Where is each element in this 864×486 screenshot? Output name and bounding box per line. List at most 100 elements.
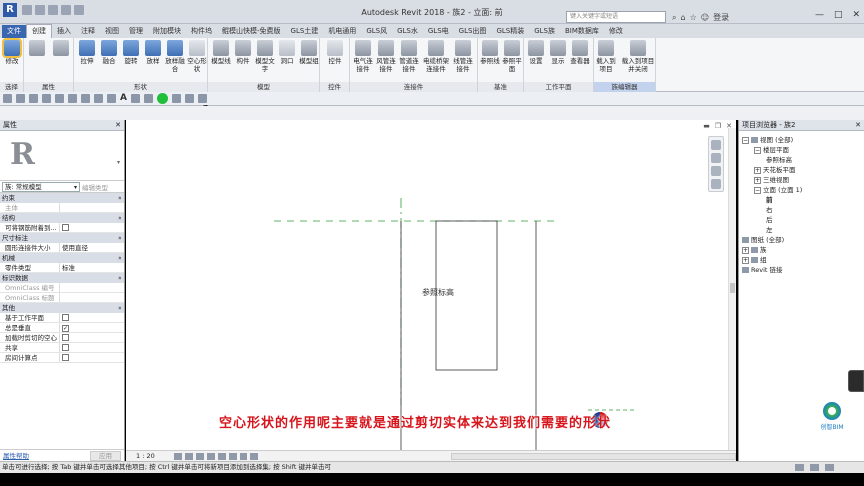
expand-icon[interactable]: + — [754, 176, 761, 184]
property-checkbox[interactable]: ✓ — [62, 325, 69, 332]
tab-gls-civil[interactable]: GLS土建 — [286, 25, 324, 38]
tab-modify[interactable]: 修改 — [604, 25, 628, 38]
property-value[interactable] — [60, 353, 124, 362]
apply-button[interactable]: 应用 — [90, 451, 121, 461]
electrical-connector-button[interactable]: 电气连接件 — [352, 40, 374, 73]
void-forms-button[interactable]: 空心形状 — [186, 40, 208, 73]
close-icon[interactable]: ✕ — [852, 10, 860, 20]
expand-icon[interactable]: + — [742, 256, 749, 264]
tree-node[interactable]: 后 — [739, 215, 864, 225]
collapse-icon[interactable]: − — [754, 186, 761, 194]
reveal-hidden-icon[interactable] — [250, 452, 259, 460]
user-icon[interactable]: ☺ — [701, 13, 709, 22]
search-input[interactable]: 键入关键字或短语 — [566, 11, 666, 23]
property-category[interactable]: 机械 — [0, 253, 124, 263]
properties-button[interactable] — [26, 40, 48, 57]
pan-icon[interactable] — [711, 166, 721, 176]
star-icon[interactable]: ☆ — [690, 13, 697, 22]
property-value[interactable] — [60, 283, 124, 292]
close-hidden-windows-icon[interactable] — [171, 94, 181, 103]
filter-icon[interactable] — [795, 464, 804, 471]
nav-menu-icon[interactable] — [711, 179, 721, 189]
save-icon[interactable] — [16, 94, 25, 103]
cable-tray-connector-button[interactable]: 电缆桥架连接件 — [422, 40, 450, 73]
tag-icon[interactable] — [107, 94, 116, 103]
tab-gls-electric[interactable]: GLS电 — [423, 25, 454, 38]
scrollbar-thumb[interactable] — [730, 283, 735, 293]
show-button[interactable]: 显示 — [547, 40, 569, 65]
tab-manage[interactable]: 管理 — [124, 25, 148, 38]
tab-gls-drawing[interactable]: GLS出图 — [454, 25, 492, 38]
property-value[interactable] — [60, 333, 124, 342]
tree-node[interactable]: + 天花板平面 — [739, 165, 864, 175]
ref-plane-button[interactable]: 参照平面 — [501, 40, 523, 73]
detail-level-icon[interactable] — [174, 452, 183, 460]
steering-wheel-icon[interactable] — [711, 140, 721, 150]
collapse-icon[interactable]: − — [754, 146, 761, 154]
visual-style-icon[interactable] — [185, 452, 194, 460]
dimension-icon[interactable] — [94, 94, 103, 103]
load-into-project-button[interactable]: 载入到项目 — [594, 40, 618, 73]
shadows-icon[interactable] — [206, 452, 215, 460]
horizontal-scrollbar[interactable] — [451, 452, 737, 460]
ref-line-button[interactable]: 参照线 — [479, 40, 501, 65]
restore-icon[interactable]: ❐ — [715, 122, 721, 130]
maximize-icon[interactable]: □ — [834, 10, 843, 20]
default-3d-view-icon[interactable] — [130, 94, 140, 103]
tab-view[interactable]: 视图 — [100, 25, 124, 38]
tab-kunmo[interactable]: 鲲模山快模-免费版 — [217, 25, 286, 38]
tree-node[interactable]: 参照标高 — [739, 155, 864, 165]
sweep-button[interactable]: 放样 — [142, 40, 164, 65]
tab-gls-water[interactable]: GLS水 — [392, 25, 423, 38]
model-group-button[interactable]: 模型组 — [298, 40, 320, 65]
property-checkbox[interactable] — [62, 314, 69, 321]
swept-blend-button[interactable]: 放样融合 — [164, 40, 186, 73]
login-link[interactable]: 登录 — [713, 12, 729, 23]
load-and-close-button[interactable]: 载入到项目并关闭 — [620, 40, 656, 73]
property-value[interactable] — [60, 313, 124, 322]
property-value[interactable]: 使用直径 — [60, 243, 124, 252]
blend-button[interactable]: 融合 — [98, 40, 120, 65]
undo-icon[interactable] — [42, 94, 51, 103]
print-icon[interactable] — [68, 94, 77, 103]
chevron-down-icon[interactable]: ▾ — [117, 159, 120, 166]
tab-mep[interactable]: 机电通用 — [323, 25, 361, 38]
property-category[interactable]: 尺寸标注 — [0, 233, 124, 243]
tab-annotate[interactable]: 注释 — [76, 25, 100, 38]
family-types-button[interactable] — [50, 40, 72, 57]
tab-file[interactable]: 文件 — [2, 25, 26, 38]
vertical-scrollbar[interactable] — [728, 128, 736, 450]
tab-insert[interactable]: 插入 — [52, 25, 76, 38]
tree-node[interactable]: Revit 链接 — [739, 265, 864, 275]
viewer-button[interactable]: 查看器 — [569, 40, 591, 65]
property-checkbox[interactable] — [62, 344, 69, 351]
minimize-icon[interactable]: ▬ — [703, 122, 710, 130]
model-text-button[interactable]: 模型文字 — [254, 40, 276, 73]
tab-addins[interactable]: 附加模块 — [148, 25, 186, 38]
tree-node[interactable]: 右 — [739, 205, 864, 215]
tree-node[interactable]: 前 — [739, 195, 864, 205]
elevation-drawing[interactable] — [126, 120, 736, 450]
tab-bim-database[interactable]: BIM数据库 — [560, 25, 604, 38]
tree-node[interactable]: − 楼层平面 — [739, 145, 864, 155]
tab-gls-air[interactable]: GLS风 — [361, 25, 392, 38]
property-category[interactable]: 约束 — [0, 193, 124, 203]
property-category[interactable]: 结构 — [0, 213, 124, 223]
extrude-button[interactable]: 拉伸 — [76, 40, 98, 65]
type-selector[interactable]: 族: 常规模型 — [2, 181, 80, 192]
crop-view-icon[interactable] — [217, 452, 226, 460]
tab-create[interactable]: 创建 — [26, 24, 52, 38]
tab-gls-decoration[interactable]: GLS精装 — [491, 25, 529, 38]
property-value[interactable] — [60, 343, 124, 352]
side-panel-tab[interactable] — [848, 370, 864, 392]
opening-button[interactable]: 洞口 — [276, 40, 298, 65]
select-links-icon[interactable] — [810, 464, 819, 471]
property-value[interactable]: ✓ — [60, 323, 124, 332]
tree-node[interactable]: 左 — [739, 225, 864, 235]
zoom-icon[interactable] — [711, 153, 721, 163]
tab-gls-family[interactable]: GLS族 — [529, 25, 560, 38]
group-label-select[interactable]: 选择 — [0, 82, 23, 92]
view-scale[interactable]: 1 : 20 — [136, 452, 171, 460]
property-checkbox[interactable] — [62, 354, 69, 361]
property-checkbox[interactable] — [62, 334, 69, 341]
